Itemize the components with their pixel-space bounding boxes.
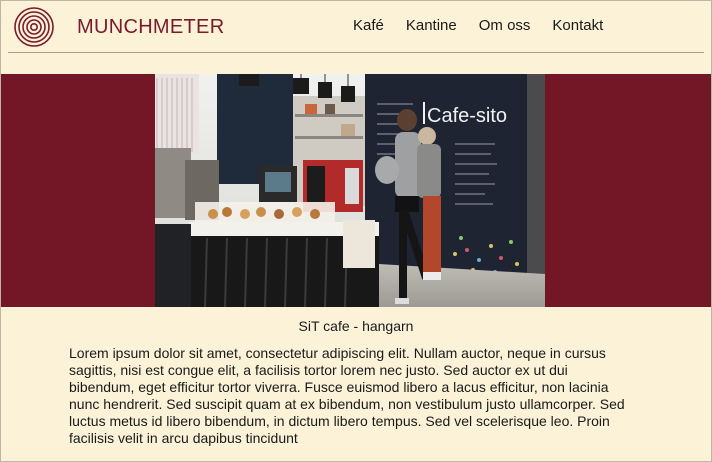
main-nav: Kafé Kantine Om oss Kontakt (353, 17, 603, 34)
nav-item-kafe[interactable]: Kafé (353, 17, 384, 34)
hero-banner: Cafe-sito (1, 74, 711, 307)
nav-item-kantine[interactable]: Kantine (406, 17, 457, 34)
cafe-photo: Cafe-sito (155, 74, 545, 307)
hero-caption: SiT cafe - hangarn (298, 318, 414, 334)
nav-item-kontakt[interactable]: Kontakt (552, 17, 603, 34)
cafe-sito-sign: Cafe-sito (427, 105, 507, 127)
concentric-circles-logo-icon[interactable] (14, 7, 54, 47)
cafe-scene-image: Cafe-sito (155, 74, 545, 307)
brand-name[interactable]: MUNCHMETER (77, 16, 224, 39)
article-body: Lorem ipsum dolor sit amet, consectetur … (69, 345, 625, 446)
nav-item-om-oss[interactable]: Om oss (479, 17, 531, 34)
site-header: MUNCHMETER Kafé Kantine Om oss Kontakt (8, 0, 704, 53)
